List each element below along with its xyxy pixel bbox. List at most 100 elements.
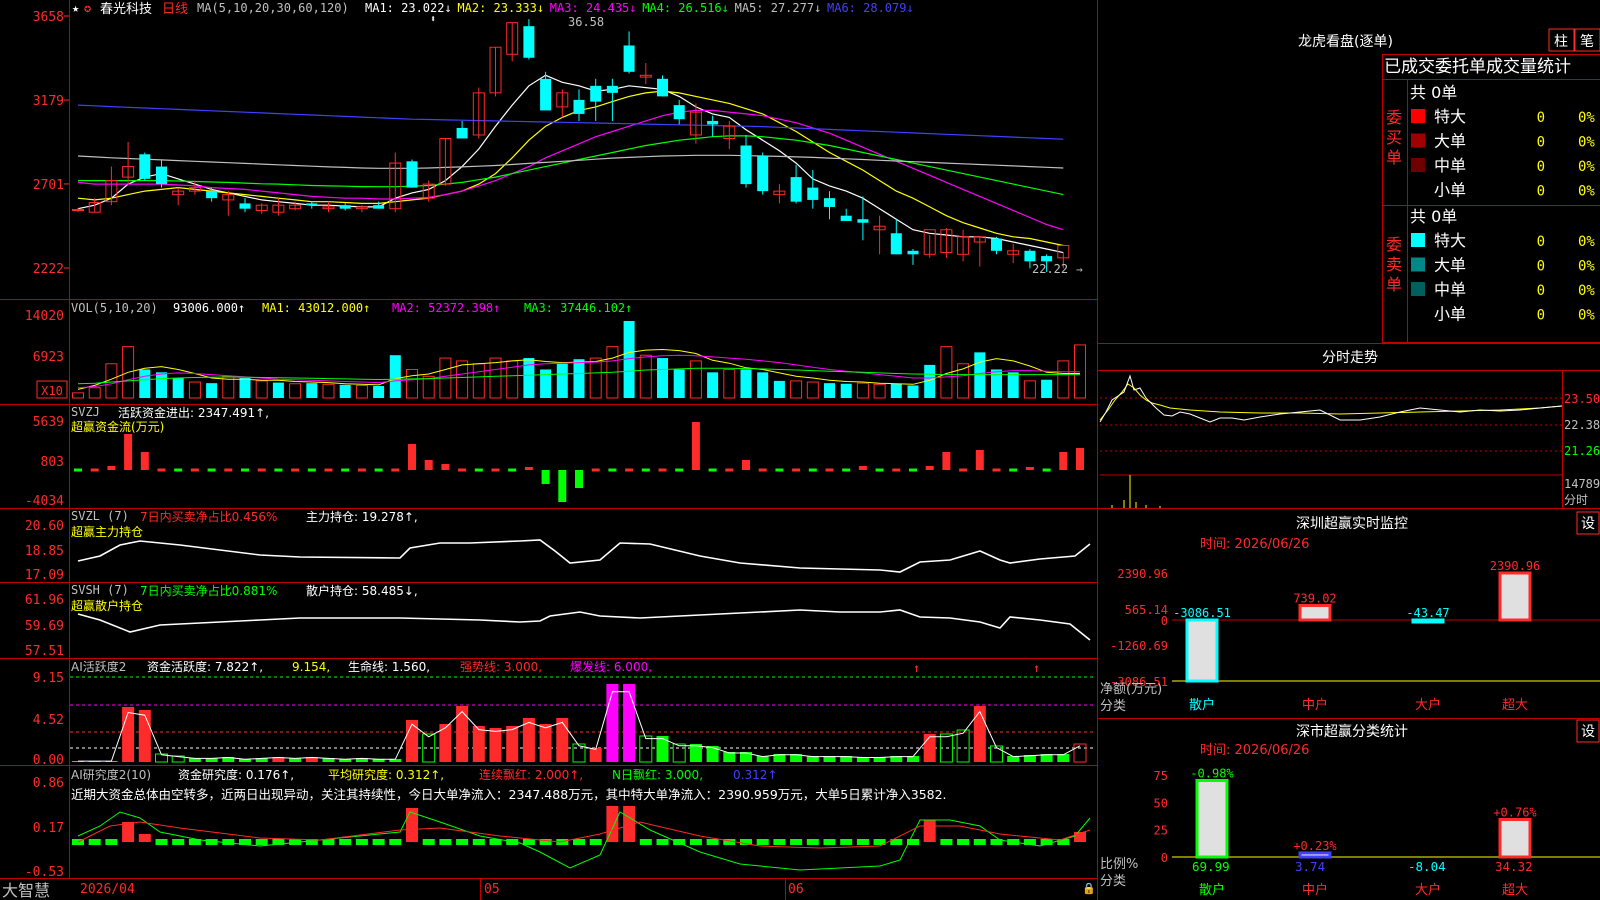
tick-mode-label[interactable]: 笔 bbox=[1580, 34, 1594, 50]
buy-row-pct: 0% bbox=[1578, 184, 1595, 200]
svzj-bar bbox=[942, 452, 951, 470]
volume-bar-up bbox=[88, 387, 101, 399]
candle-body-down bbox=[373, 205, 385, 209]
date-tick: 06 bbox=[788, 882, 804, 897]
svzj-bar bbox=[341, 468, 350, 472]
vol-value: 93006.000↑ bbox=[173, 301, 245, 315]
volume-bar-up bbox=[289, 383, 302, 399]
class-change-label: +0.23% bbox=[1293, 839, 1337, 853]
buy-row-swatch bbox=[1411, 182, 1425, 197]
candle-body-down bbox=[139, 154, 151, 179]
svzj-bar bbox=[274, 468, 283, 472]
volume-bar-down bbox=[1007, 372, 1019, 398]
price-tick: 2701 bbox=[33, 178, 64, 193]
buy-row-value: 0 bbox=[1537, 110, 1545, 126]
sell-row-pct: 0% bbox=[1578, 308, 1595, 324]
class-unit2: 分类 bbox=[1100, 874, 1126, 889]
ma-value-5: MA5: 27.277↓ bbox=[735, 1, 822, 15]
buy-side-char: 单 bbox=[1386, 148, 1402, 167]
sell-side-label: 委卖单 bbox=[1386, 235, 1402, 294]
price-tick: 3658 bbox=[33, 10, 64, 25]
lock-icon[interactable]: 🔒 bbox=[1082, 882, 1096, 895]
star-icon[interactable]: ★ bbox=[72, 1, 79, 15]
class-settings-label[interactable]: 设 bbox=[1581, 724, 1595, 740]
svzl-tick: 20.60 bbox=[25, 519, 64, 534]
stock-name[interactable]: 春光科技 bbox=[100, 2, 152, 17]
ai2-bar-flat bbox=[689, 839, 702, 845]
buy-row-pct: 0% bbox=[1578, 135, 1595, 151]
ai2-bar-flat bbox=[255, 839, 268, 845]
volume-bar-up bbox=[422, 375, 435, 399]
event-marker-icon[interactable]: ⬍ bbox=[430, 14, 436, 25]
ai1-bar bbox=[506, 726, 519, 762]
candle-body-down bbox=[590, 85, 602, 102]
svzj-bar bbox=[441, 464, 450, 470]
up-arrow-icon: ↑ bbox=[913, 661, 920, 675]
vol-tick: 14020 bbox=[25, 309, 64, 324]
ai2-bar-flat bbox=[806, 839, 819, 845]
ai1-t5: 爆发线: 6.000, bbox=[570, 659, 652, 674]
buy-row-label: 小单 bbox=[1434, 181, 1466, 200]
flag-icon[interactable]: ✪ bbox=[84, 1, 91, 15]
volume-bar-down bbox=[907, 385, 919, 398]
ai2-t5: 0.312↑ bbox=[733, 768, 777, 782]
ai-research-panel: AI研究度2(10) 资金研究度: 0.176↑, 平均研究度: 0.312↑,… bbox=[25, 767, 1091, 880]
monitor-bar-label: 2390.96 bbox=[1490, 559, 1541, 573]
volume-bar-down bbox=[773, 380, 785, 398]
class-cat: 中户 bbox=[1302, 882, 1328, 898]
ai2-bar-up bbox=[923, 820, 936, 842]
period-label[interactable]: 日线 bbox=[162, 2, 188, 17]
sell-row-label: 中单 bbox=[1434, 280, 1466, 299]
ai1-tick: 0.00 bbox=[33, 753, 64, 768]
svzj-bar bbox=[307, 468, 316, 472]
svzj-bar bbox=[474, 468, 483, 472]
buy-row-swatch bbox=[1411, 158, 1425, 172]
sell-row-pct: 0% bbox=[1578, 234, 1595, 250]
ai1-bar bbox=[672, 743, 686, 763]
svzj-bar bbox=[324, 468, 333, 472]
ai1-bar bbox=[472, 726, 485, 762]
ai1-bar bbox=[706, 746, 719, 762]
candle-body-down bbox=[991, 238, 1002, 251]
ai1-bar bbox=[589, 748, 602, 762]
ai2-bar-flat bbox=[355, 839, 368, 845]
volume-bar-up bbox=[790, 380, 803, 399]
svsh-label: SVSH (7) bbox=[71, 583, 129, 597]
svzj-bar bbox=[608, 468, 617, 472]
sell-row-pct: 0% bbox=[1578, 259, 1595, 275]
ai2-bar-flat bbox=[472, 839, 485, 845]
monitor-cat: 散户 bbox=[1189, 697, 1215, 713]
volume-bar-down bbox=[172, 378, 184, 398]
svzj-bar bbox=[825, 468, 834, 472]
ai2-tick: 0.86 bbox=[33, 776, 64, 791]
svzj-bar bbox=[1059, 452, 1068, 470]
candle-body-down bbox=[239, 203, 251, 209]
buy-side-char: 买 bbox=[1386, 128, 1402, 147]
price-tick: 2222 bbox=[33, 262, 64, 277]
svsh-line bbox=[77, 609, 1091, 641]
svzj-bar bbox=[909, 468, 917, 472]
ai2-bar-flat bbox=[422, 839, 435, 845]
buy-row-label: 中单 bbox=[1434, 156, 1466, 175]
buy-row-label: 大单 bbox=[1434, 132, 1466, 151]
column-mode-label[interactable]: 柱 bbox=[1554, 34, 1568, 50]
ai1-bars bbox=[72, 684, 1087, 763]
monitor-settings-label[interactable]: 设 bbox=[1581, 516, 1595, 532]
svzj-bar bbox=[792, 468, 801, 472]
monitor-cat: 中户 bbox=[1302, 697, 1328, 713]
intraday-tick: 23.50 bbox=[1564, 392, 1600, 406]
svzj-bar bbox=[257, 468, 266, 472]
volume-bar-down bbox=[306, 383, 318, 398]
ai2-bar-flat bbox=[589, 839, 602, 845]
ai2-bar-flat bbox=[957, 839, 970, 845]
class-bar-0 bbox=[1195, 778, 1229, 859]
volume-bars bbox=[72, 320, 1086, 399]
svzj-bar bbox=[90, 468, 99, 472]
ai2-bar-flat bbox=[773, 839, 786, 845]
monitor-tick: -1260.69 bbox=[1110, 639, 1168, 653]
candle-body-down bbox=[206, 191, 218, 199]
class-value-label: -8.04 bbox=[1408, 859, 1446, 874]
buy-side-char: 委 bbox=[1386, 108, 1402, 127]
class-cat: 超大 bbox=[1502, 883, 1528, 898]
svzj-bar bbox=[174, 468, 183, 472]
